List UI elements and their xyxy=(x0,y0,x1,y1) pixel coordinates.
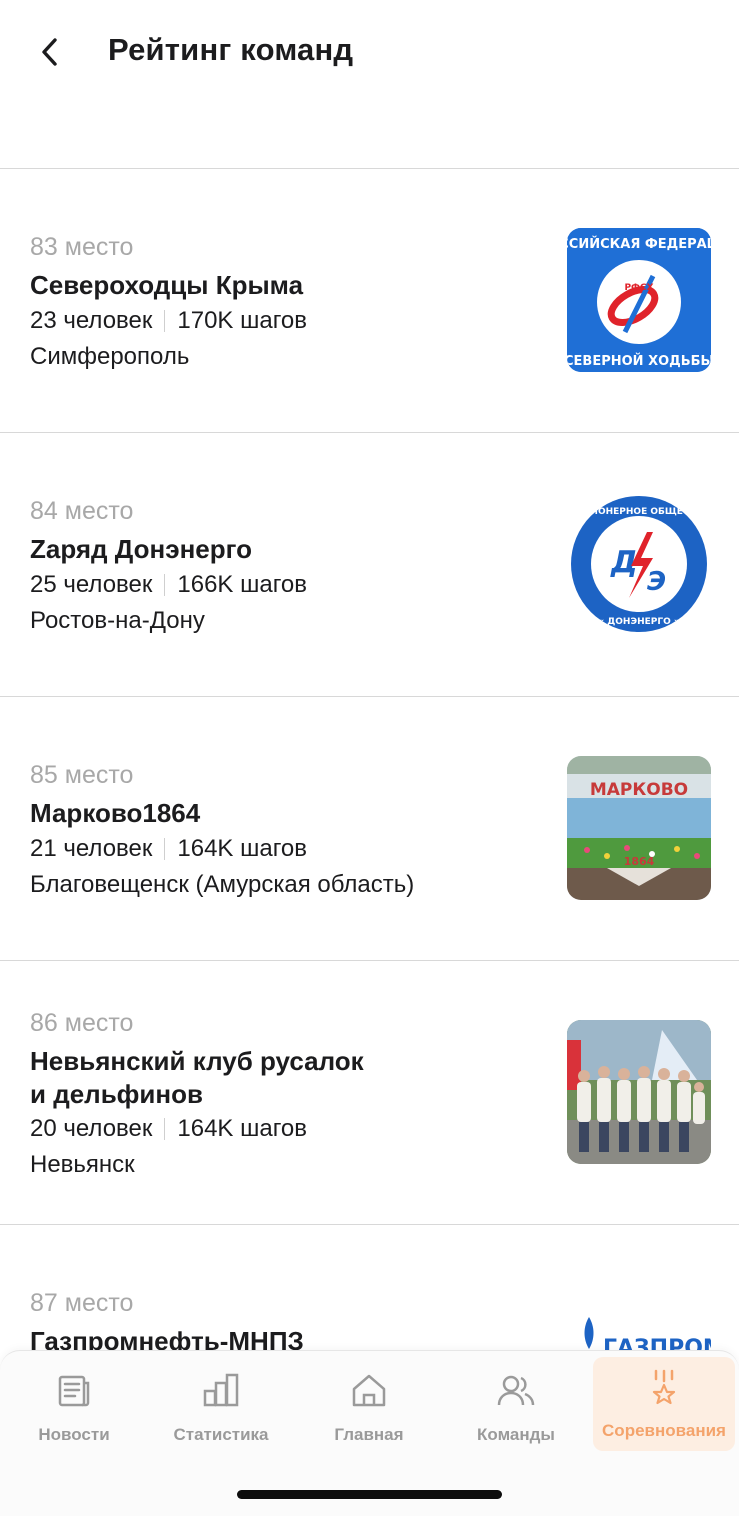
team-meta: 21 человек 164K шагов xyxy=(30,835,307,863)
teams-icon xyxy=(497,1375,535,1406)
team-meta: 23 человек 170K шагов xyxy=(30,307,307,335)
team-city: Ростов-на-Дону xyxy=(30,607,205,634)
team-meta: 25 человек 166K шагов xyxy=(30,571,307,599)
team-logo: АКЦИОНЕРНОЕ ОБЩЕСТВО « ДОНЭНЕРГО » Д Э xyxy=(567,492,711,636)
team-city: Симферополь xyxy=(30,343,190,370)
team-row[interactable]: 85 место Марково1864 21 человек 164K шаг… xyxy=(0,697,739,960)
meta-separator xyxy=(164,574,166,596)
team-steps: 164K шагов xyxy=(177,1115,308,1142)
markovo-sign-photo: МАРКОВО 1864 xyxy=(567,756,711,900)
team-place: 87 место xyxy=(30,1289,134,1317)
logo-text-mid: РФСХ xyxy=(624,283,653,293)
donenergo-logo-icon: АКЦИОНЕРНОЕ ОБЩЕСТВО « ДОНЭНЕРГО » Д Э xyxy=(567,492,711,636)
team-members: 21 человек xyxy=(30,835,153,862)
rfsh-logo-icon: ССИЙСКАЯ ФЕДЕРАЦ РФСХ СЕВЕРНОЙ ХОДЬБЫ xyxy=(567,228,711,372)
team-row[interactable]: 84 место Zаряд Донэнерго 25 человек 166K… xyxy=(0,433,739,696)
meta-separator xyxy=(164,838,166,860)
meta-separator xyxy=(164,1118,166,1140)
group-photo xyxy=(567,1020,711,1164)
team-place: 86 место xyxy=(30,1009,134,1037)
sign-year: 1864 xyxy=(624,855,655,868)
team-steps: 166K шагов xyxy=(177,571,308,598)
team-logo: ССИЙСКАЯ ФЕДЕРАЦ РФСХ СЕВЕРНОЙ ХОДЬБЫ xyxy=(567,228,711,372)
logo-ring-bottom: « ДОНЭНЕРГО » xyxy=(598,617,680,627)
team-members: 20 человек xyxy=(30,1115,153,1142)
home-icon xyxy=(352,1374,386,1407)
logo-letter-right: Э xyxy=(647,567,666,597)
tab-news[interactable]: Новости xyxy=(4,1365,144,1451)
team-place: 84 место xyxy=(30,497,134,525)
team-steps: 170K шагов xyxy=(177,307,308,334)
stats-icon xyxy=(203,1373,239,1407)
news-icon xyxy=(58,1375,90,1407)
tab-label: Соревнования xyxy=(602,1421,726,1440)
logo-ring-top: АКЦИОНЕРНОЕ ОБЩЕСТВО xyxy=(568,507,711,517)
team-photo: МАРКОВО 1864 xyxy=(567,756,711,900)
header: Рейтинг команд xyxy=(0,0,739,168)
teams-list: 83 место Североходцы Крыма 23 человек 17… xyxy=(0,168,739,1488)
tab-label: Команды xyxy=(477,1425,555,1444)
tab-label: Главная xyxy=(334,1425,404,1444)
competitions-icon xyxy=(652,1369,676,1405)
team-name: Невьянский клуб русалок и дельфинов xyxy=(30,1045,450,1111)
back-button[interactable] xyxy=(28,30,72,74)
sign-text: МАРКОВО xyxy=(590,780,688,800)
team-name: Zаряд Донэнерго xyxy=(30,534,252,564)
team-members: 23 человек xyxy=(30,307,153,334)
team-name-line: и дельфинов xyxy=(30,1079,203,1109)
team-city: Благовещенск (Амурская область) xyxy=(30,871,415,898)
team-name-line: Невьянский клуб русалок xyxy=(30,1046,364,1076)
team-name: Марково1864 xyxy=(30,798,201,828)
team-members: 25 человек xyxy=(30,571,153,598)
team-city: Невьянск xyxy=(30,1151,135,1178)
team-steps: 164K шагов xyxy=(177,835,308,862)
page-title: Рейтинг команд xyxy=(108,32,354,67)
team-row[interactable]: 86 место Невьянский клуб русалок и дельф… xyxy=(0,961,739,1224)
tab-label: Статистика xyxy=(173,1425,269,1444)
team-name: Североходцы Крыма xyxy=(30,270,304,300)
tab-statistics[interactable]: Статистика xyxy=(151,1365,291,1451)
team-row[interactable]: 83 место Североходцы Крыма 23 человек 17… xyxy=(0,169,739,432)
tab-competitions[interactable]: Соревнования xyxy=(593,1357,735,1451)
meta-separator xyxy=(164,310,166,332)
home-indicator xyxy=(237,1490,502,1499)
bottom-tab-bar: Новости Статистика Главная Команды Сорев… xyxy=(0,1350,739,1516)
team-place: 85 место xyxy=(30,761,134,789)
tab-home[interactable]: Главная xyxy=(299,1365,439,1451)
tab-teams[interactable]: Команды xyxy=(446,1365,586,1451)
chevron-left-icon xyxy=(42,38,57,66)
tab-label: Новости xyxy=(38,1425,110,1444)
team-photo xyxy=(567,1020,711,1164)
logo-text-bottom: СЕВЕРНОЙ ХОДЬБЫ xyxy=(567,353,711,369)
team-meta: 20 человек 164K шагов xyxy=(30,1115,307,1143)
logo-text-top: ССИЙСКАЯ ФЕДЕРАЦ xyxy=(567,236,711,252)
team-place: 83 место xyxy=(30,233,134,261)
